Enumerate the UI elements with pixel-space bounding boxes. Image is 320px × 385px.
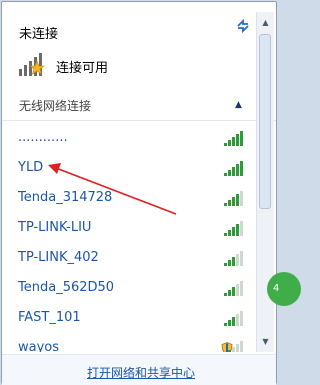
- green-badge: 4: [267, 272, 301, 306]
- network-name: TP-LINK_402: [18, 250, 99, 265]
- wifi-signal-icon: [224, 251, 243, 266]
- wifi-signal-icon: [224, 191, 243, 206]
- network-item[interactable]: ............: [2, 122, 252, 152]
- wifi-signal-icon: [224, 221, 243, 236]
- wifi-signal-icon: [224, 281, 243, 296]
- scroll-up-icon[interactable]: ▲: [259, 16, 272, 29]
- refresh-icon[interactable]: [235, 18, 251, 34]
- network-item[interactable]: YLD: [2, 152, 252, 182]
- wifi-signal-icon: [224, 311, 243, 326]
- network-name: wayos: [18, 340, 60, 352]
- network-item[interactable]: FAST_101: [2, 302, 252, 332]
- network-item[interactable]: wayos: [2, 332, 252, 352]
- connection-state-title: 未连接: [19, 27, 59, 42]
- scroll-down-icon[interactable]: ▼: [259, 335, 272, 348]
- network-name: Tenda_562D50: [18, 280, 115, 295]
- network-name: ............: [18, 130, 68, 145]
- network-item[interactable]: TP-LINK_402: [2, 242, 252, 272]
- network-name: TP-LINK-LIU: [18, 220, 92, 235]
- signal-bars-star-icon: [19, 53, 45, 76]
- network-item[interactable]: TP-LINK-LIU: [2, 212, 252, 242]
- wireless-section-title: 无线网络连接: [19, 99, 92, 113]
- scrollbar-thumb[interactable]: [259, 34, 271, 209]
- network-name: YLD: [18, 160, 44, 175]
- network-item[interactable]: Tenda_562D50: [2, 272, 252, 302]
- network-list: ............ YLD Tenda_314728 TP-LINK-LI…: [2, 120, 252, 352]
- open-network-sharing-center-link[interactable]: 打开网络和共享中心: [87, 364, 195, 381]
- connections-available-label: 连接可用: [56, 61, 109, 76]
- wifi-signal-icon: [224, 131, 243, 146]
- flyout-footer: 打开网络和共享中心: [2, 354, 276, 385]
- badge-text: 4: [273, 283, 280, 294]
- wifi-flyout: 未连接 连接可用 无线网络连接 ▲ ............ YLD Tenda…: [1, 1, 277, 385]
- network-name: FAST_101: [18, 310, 81, 325]
- wifi-signal-icon: [224, 161, 243, 176]
- wifi-signal-icon: [228, 341, 243, 352]
- chevron-up-icon[interactable]: ▲: [235, 100, 242, 110]
- network-name: Tenda_314728: [18, 190, 113, 205]
- flyout-header: 未连接 连接可用 无线网络连接 ▲: [2, 2, 276, 121]
- network-item[interactable]: Tenda_314728: [2, 182, 252, 212]
